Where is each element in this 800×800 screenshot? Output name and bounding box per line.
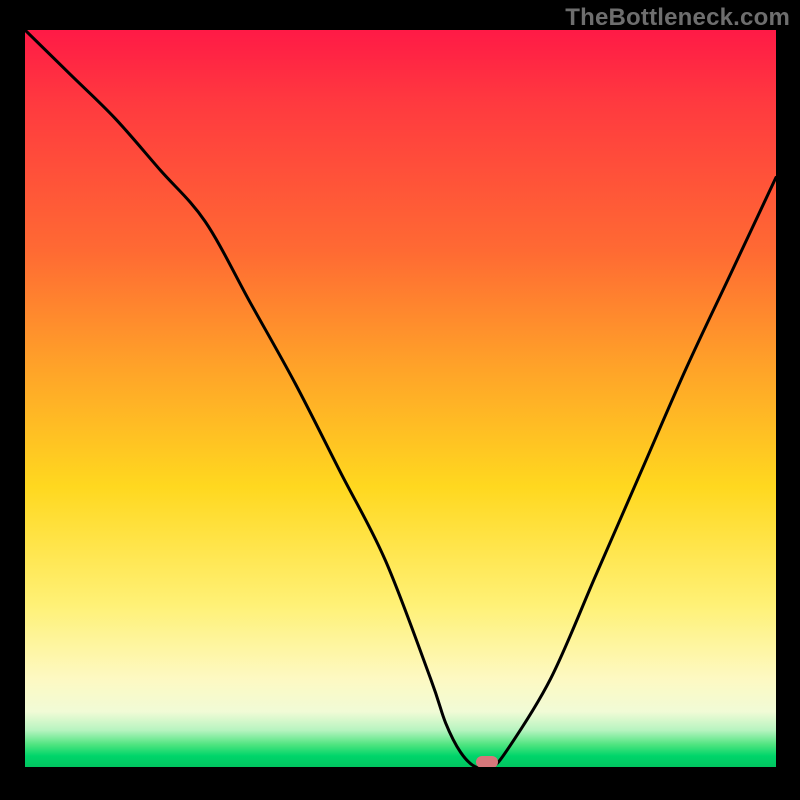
bottleneck-curve-path (25, 30, 776, 767)
bottleneck-marker (476, 756, 498, 767)
curve-svg (25, 30, 776, 767)
chart-frame: TheBottleneck.com (0, 0, 800, 800)
plot-area (25, 30, 776, 767)
watermark-text: TheBottleneck.com (565, 4, 790, 32)
